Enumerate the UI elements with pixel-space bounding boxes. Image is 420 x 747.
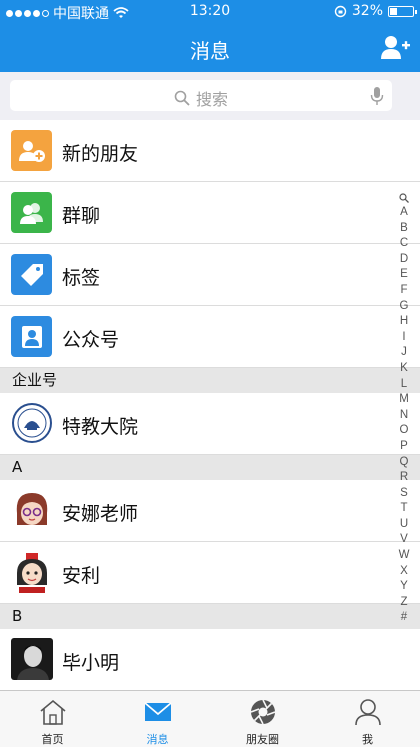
index-letter[interactable]: K (399, 361, 410, 377)
contact-name: 特教大院 (62, 416, 139, 438)
index-letter[interactable]: # (399, 610, 410, 626)
official-account-icon (11, 316, 52, 357)
index-letter[interactable]: O (399, 423, 410, 439)
cartoon-girl-avatar (11, 489, 53, 531)
row-label: 标签 (62, 267, 101, 289)
tab-label: 我 (362, 733, 373, 746)
contact-row[interactable]: 毕小明 (0, 629, 420, 691)
index-letter[interactable]: T (399, 501, 410, 517)
index-letter[interactable]: I (399, 330, 410, 346)
group-chat-icon (11, 192, 52, 233)
tab-me[interactable]: 我 (315, 691, 420, 747)
row-label: 公众号 (62, 329, 120, 351)
official-accounts-row[interactable]: 公众号 (0, 306, 420, 368)
tags-row[interactable]: 标签 (0, 244, 420, 306)
home-icon (40, 699, 66, 725)
contact-name: 毕小明 (62, 652, 120, 674)
index-letter[interactable]: X (399, 564, 410, 580)
index-letter[interactable]: R (399, 470, 410, 486)
index-letter[interactable]: N (399, 408, 410, 424)
aperture-icon (250, 699, 276, 725)
tab-messages[interactable]: 消息 (105, 691, 210, 747)
tab-label: 消息 (146, 733, 169, 746)
index-letter[interactable]: G (399, 299, 410, 315)
contact-row[interactable]: 安娜老师 (0, 480, 420, 542)
row-label: 群聊 (62, 205, 101, 227)
school-logo-avatar (11, 402, 53, 444)
index-letter[interactable]: U (399, 517, 410, 533)
new-friends-row[interactable]: 新的朋友 (0, 120, 420, 182)
page-title: 消息 (190, 39, 230, 63)
search-placeholder: 搜索 (195, 90, 228, 109)
photo-avatar (11, 638, 53, 680)
rotation-lock-icon (334, 5, 347, 17)
row-label: 新的朋友 (62, 143, 139, 165)
contact-row[interactable]: 特教大院 (0, 393, 420, 455)
search-icon (174, 90, 190, 106)
section-header-enterprise: 企业号 (0, 368, 420, 393)
cartoon-girl-avatar (11, 551, 53, 593)
index-letter[interactable]: P (399, 439, 410, 455)
search-icon[interactable] (399, 193, 409, 203)
tab-bar: 首页 消息 朋友圈 我 (0, 690, 420, 747)
alphabet-index[interactable]: A B C D E F G H I J K L M N O P Q R S T U V W X Y Z # (396, 193, 412, 626)
search-input[interactable]: 搜索 (10, 80, 392, 111)
tab-moments[interactable]: 朋友圈 (210, 691, 315, 747)
index-letter[interactable]: Y (399, 579, 410, 595)
group-chat-row[interactable]: 群聊 (0, 182, 420, 244)
index-letter[interactable]: C (399, 236, 410, 252)
index-letter[interactable]: Q (399, 455, 410, 471)
tab-home[interactable]: 首页 (0, 691, 105, 747)
index-letter[interactable]: Z (399, 595, 410, 611)
index-letter[interactable]: F (399, 283, 410, 299)
status-bar: 中国联通 13:20 32% (0, 0, 420, 24)
index-letter[interactable]: B (399, 221, 410, 237)
contact-name: 安娜老师 (62, 503, 139, 525)
index-letter[interactable]: L (399, 377, 410, 393)
battery-percent: 32% (351, 3, 383, 19)
contact-row[interactable]: 安利 (0, 542, 420, 604)
index-letter[interactable]: V (399, 532, 410, 548)
index-letter[interactable]: H (399, 314, 410, 330)
index-letter[interactable]: A (399, 205, 410, 221)
microphone-icon[interactable] (370, 86, 384, 106)
mail-icon (144, 702, 172, 721)
tab-label: 首页 (41, 733, 64, 746)
index-letter[interactable]: W (399, 548, 410, 564)
tag-icon (11, 254, 52, 295)
new-friend-icon (11, 130, 52, 171)
nav-bar: 消息 (0, 24, 420, 72)
add-user-icon[interactable] (380, 34, 410, 60)
section-header-b: B (0, 604, 420, 629)
contact-list: 新的朋友 群聊 标签 公众号 企业号 特教大院 A 安娜老师 安利 B 毕小明 (0, 120, 420, 691)
index-letter[interactable]: E (399, 267, 410, 283)
person-icon (355, 699, 381, 726)
index-letter-list: A B C D E F G H I J K L M N O P Q R S T U V W X Y Z # (399, 205, 410, 626)
contact-name: 安利 (62, 565, 101, 587)
battery-icon (388, 5, 417, 17)
index-letter[interactable]: M (399, 392, 410, 408)
index-letter[interactable]: D (399, 252, 410, 268)
tab-label: 朋友圈 (246, 733, 279, 746)
section-header-a: A (0, 455, 420, 480)
search-area: 搜索 (0, 72, 420, 120)
index-letter[interactable]: J (399, 345, 410, 361)
index-letter[interactable]: S (399, 486, 410, 502)
